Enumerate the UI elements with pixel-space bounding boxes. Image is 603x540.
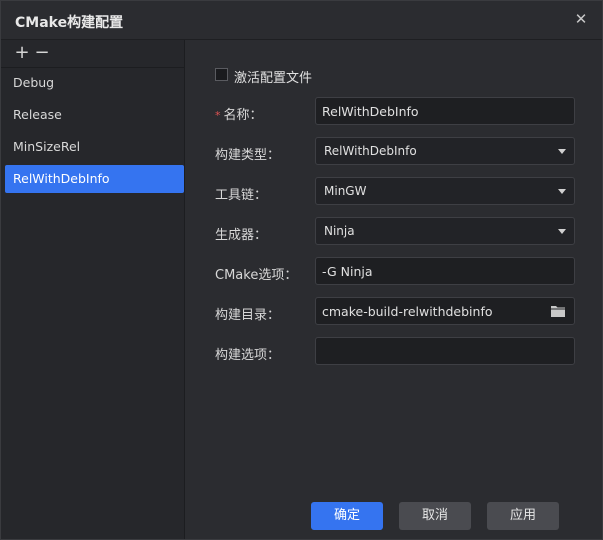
toolchain-value: MinGW bbox=[324, 184, 367, 198]
remove-profile-icon[interactable]: − bbox=[33, 44, 51, 62]
chevron-down-icon bbox=[558, 229, 566, 234]
name-label: * 名称： bbox=[215, 104, 263, 123]
required-mark: * bbox=[215, 109, 221, 122]
add-profile-icon[interactable]: + bbox=[13, 44, 31, 62]
profile-form: 激活配置文件 * 名称： RelWithDebInfo 构建类型： RelWith… bbox=[185, 40, 602, 539]
cmake-options-value: -G Ninja bbox=[322, 264, 373, 279]
apply-button[interactable]: 应用 bbox=[487, 502, 559, 530]
name-label-text: 名称： bbox=[223, 108, 263, 123]
profile-list: Debug Release MinSizeRel RelWithDebInfo bbox=[5, 69, 184, 197]
ok-button[interactable]: 确定 bbox=[311, 502, 383, 530]
title-bar: CMake构建配置 ✕ bbox=[1, 1, 602, 40]
build-dir-label: 构建目录： bbox=[215, 308, 281, 323]
build-type-value: RelWithDebInfo bbox=[324, 144, 417, 158]
generator-value: Ninja bbox=[324, 224, 355, 238]
name-input-value: RelWithDebInfo bbox=[322, 104, 419, 119]
toolchain-label: 工具链： bbox=[215, 188, 268, 203]
build-options-label: 构建选项： bbox=[215, 348, 281, 363]
sidebar-toolbar: + − bbox=[1, 40, 184, 68]
folder-icon[interactable] bbox=[550, 304, 566, 318]
cmake-config-dialog: CMake构建配置 ✕ + − Debug Release MinSizeRel… bbox=[0, 0, 603, 540]
profile-sidebar: + − Debug Release MinSizeRel RelWithDebI… bbox=[1, 40, 185, 539]
profile-item-relwithdebinfo[interactable]: RelWithDebInfo bbox=[5, 165, 184, 193]
chevron-down-icon bbox=[558, 149, 566, 154]
cmake-options-input[interactable]: -G Ninja bbox=[315, 257, 575, 285]
cmake-options-label: CMake选项： bbox=[215, 268, 298, 283]
build-dir-value: cmake-build-relwithdebinfo bbox=[322, 304, 493, 319]
toolchain-select[interactable]: MinGW bbox=[315, 177, 575, 205]
build-dir-input[interactable]: cmake-build-relwithdebinfo bbox=[315, 297, 575, 325]
generator-label: 生成器： bbox=[215, 228, 268, 243]
build-type-select[interactable]: RelWithDebInfo bbox=[315, 137, 575, 165]
build-options-input[interactable] bbox=[315, 337, 575, 365]
profile-item-minsizerel[interactable]: MinSizeRel bbox=[5, 133, 184, 161]
activate-profile-checkbox[interactable] bbox=[215, 68, 228, 81]
chevron-down-icon bbox=[558, 189, 566, 194]
name-input[interactable]: RelWithDebInfo bbox=[315, 97, 575, 125]
profile-item-release[interactable]: Release bbox=[5, 101, 184, 129]
activate-profile-label: 激活配置文件 bbox=[234, 71, 313, 86]
close-icon[interactable]: ✕ bbox=[572, 10, 590, 28]
generator-select[interactable]: Ninja bbox=[315, 217, 575, 245]
cancel-button[interactable]: 取消 bbox=[399, 502, 471, 530]
profile-item-debug[interactable]: Debug bbox=[5, 69, 184, 97]
dialog-title: CMake构建配置 bbox=[15, 15, 124, 31]
build-type-label: 构建类型： bbox=[215, 148, 281, 163]
